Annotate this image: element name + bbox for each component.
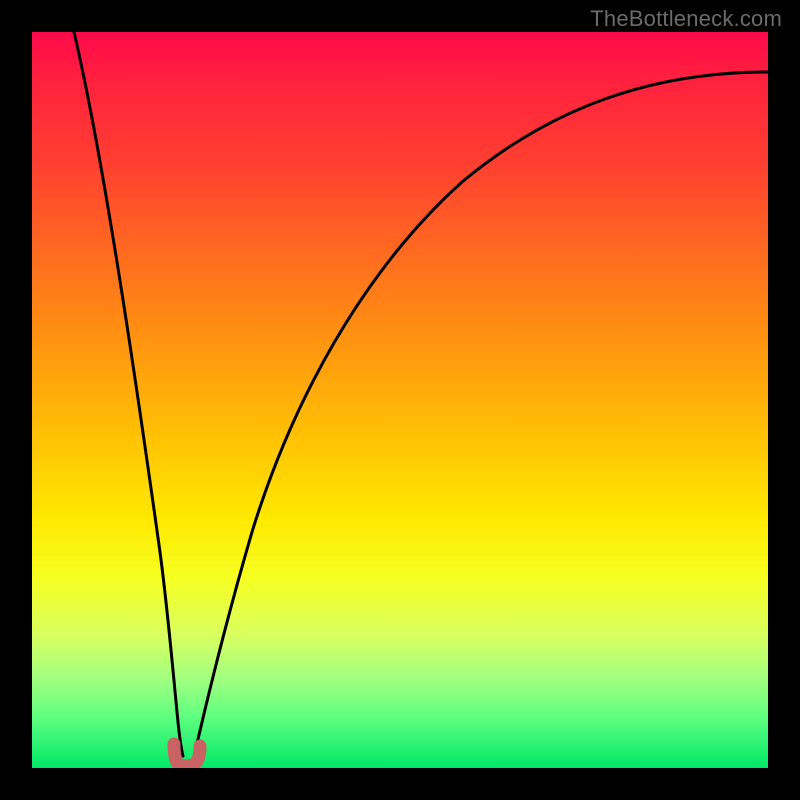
bottleneck-curve	[32, 32, 768, 768]
curve-right-branch	[194, 72, 768, 756]
optimum-indicator-icon	[174, 744, 200, 766]
outer-black-frame: TheBottleneck.com	[0, 0, 800, 800]
watermark-text: TheBottleneck.com	[590, 6, 782, 32]
curve-left-branch	[74, 32, 183, 756]
plot-area	[32, 32, 768, 768]
